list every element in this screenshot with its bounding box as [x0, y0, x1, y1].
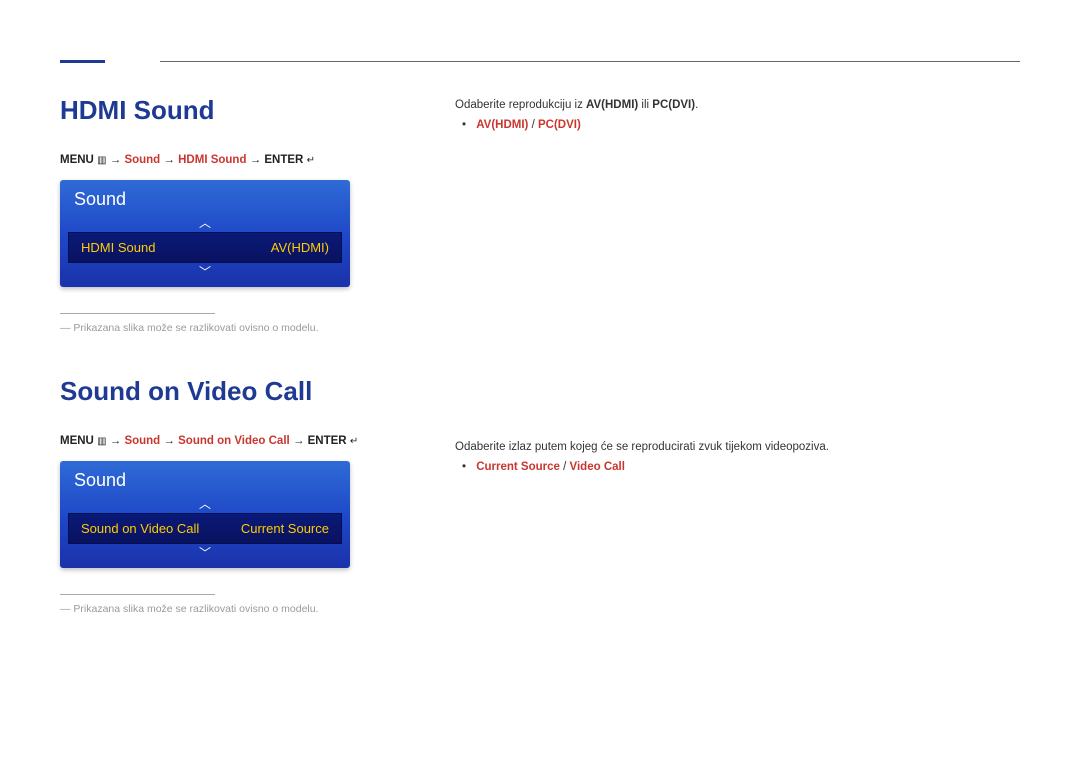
footnote-rule: [60, 313, 215, 314]
section-sound-on-video-call-right: Odaberite izlaz putem kojeg će se reprod…: [455, 441, 1020, 473]
section-title: HDMI Sound: [60, 95, 455, 126]
option-pc-dvi: PC(DVI): [538, 119, 581, 131]
option-video-call: Video Call: [570, 461, 625, 473]
chevron-up-icon: ︿: [60, 214, 350, 232]
chevron-down-icon: ﹀: [60, 263, 350, 281]
breadcrumb: MENU ▥ → Sound → HDMI Sound → ENTER ↵: [60, 154, 455, 166]
section-sound-on-video-call-left: Sound on Video Call MENU ▥ → Sound → Sou…: [60, 376, 455, 615]
option-av-hdmi: AV(HDMI): [476, 119, 528, 131]
crumb-sound: Sound: [124, 154, 160, 166]
osd-title: Sound: [60, 180, 350, 214]
osd-title: Sound: [60, 461, 350, 495]
breadcrumb: MENU ▥ → Sound → Sound on Video Call → E…: [60, 435, 455, 447]
crumb-sound-on-video-call: Sound on Video Call: [178, 435, 290, 447]
separator: /: [560, 461, 570, 473]
osd-row-label: Sound on Video Call: [81, 521, 199, 536]
osd-row-value: Current Source: [241, 521, 329, 536]
option-current-source: Current Source: [476, 461, 560, 473]
left-column: HDMI Sound MENU ▥ → Sound → HDMI Sound →…: [60, 95, 455, 615]
section-hdmi-sound-right: Odaberite reprodukciju iz AV(HDMI) ili P…: [455, 99, 1020, 131]
description: Odaberite izlaz putem kojeg će se reprod…: [455, 441, 1020, 453]
enter-icon: ↵: [307, 155, 315, 166]
menu-label: MENU: [60, 435, 94, 447]
footnote-rule: [60, 594, 215, 595]
option-av-hdmi: AV(HDMI): [586, 99, 638, 111]
chevron-down-icon: ﹀: [60, 544, 350, 562]
section-title: Sound on Video Call: [60, 376, 455, 407]
bullet-dot-icon: •: [455, 119, 473, 131]
menu-icon: ▥: [97, 155, 106, 166]
arrow: →: [163, 154, 178, 166]
top-rule: [60, 60, 1020, 63]
menu-icon: ▥: [97, 436, 106, 447]
footnote: ― Prikazana slika može se razlikovati ov…: [60, 322, 455, 334]
separator: /: [528, 119, 538, 131]
arrow: →: [163, 435, 178, 447]
arrow: →: [110, 435, 125, 447]
chevron-up-icon: ︿: [60, 495, 350, 513]
section-hdmi-sound-left: HDMI Sound MENU ▥ → Sound → HDMI Sound →…: [60, 95, 455, 334]
option-bullet: • Current Source / Video Call: [455, 461, 1020, 473]
osd-panel: Sound ︿ Sound on Video Call Current Sour…: [60, 461, 350, 568]
crumb-sound: Sound: [124, 435, 160, 447]
arrow: →: [250, 154, 265, 166]
description: Odaberite reprodukciju iz AV(HDMI) ili P…: [455, 99, 1020, 111]
right-column: Odaberite reprodukciju iz AV(HDMI) ili P…: [455, 95, 1020, 615]
bullet-dot-icon: •: [455, 461, 473, 473]
text: Odaberite reprodukciju iz: [455, 99, 586, 111]
enter-label: ENTER: [264, 154, 303, 166]
top-rule-line: [160, 61, 1020, 62]
crumb-hdmi-sound: HDMI Sound: [178, 154, 246, 166]
osd-row-hdmi-sound: HDMI Sound AV(HDMI): [68, 232, 342, 263]
text: ili: [638, 99, 652, 111]
option-bullet: • AV(HDMI) / PC(DVI): [455, 119, 1020, 131]
osd-row-sound-on-video-call: Sound on Video Call Current Source: [68, 513, 342, 544]
top-rule-accent: [60, 60, 105, 63]
manual-page: HDMI Sound MENU ▥ → Sound → HDMI Sound →…: [0, 0, 1080, 763]
osd-row-label: HDMI Sound: [81, 240, 155, 255]
osd-panel: Sound ︿ HDMI Sound AV(HDMI) ﹀: [60, 180, 350, 287]
enter-icon: ↵: [350, 436, 358, 447]
arrow: →: [293, 435, 308, 447]
page-body: HDMI Sound MENU ▥ → Sound → HDMI Sound →…: [60, 95, 1020, 615]
footnote: ― Prikazana slika može se razlikovati ov…: [60, 603, 455, 615]
arrow: →: [110, 154, 125, 166]
text: .: [695, 99, 698, 111]
enter-label: ENTER: [308, 435, 347, 447]
option-pc-dvi: PC(DVI): [652, 99, 695, 111]
menu-label: MENU: [60, 154, 94, 166]
osd-row-value: AV(HDMI): [271, 240, 329, 255]
